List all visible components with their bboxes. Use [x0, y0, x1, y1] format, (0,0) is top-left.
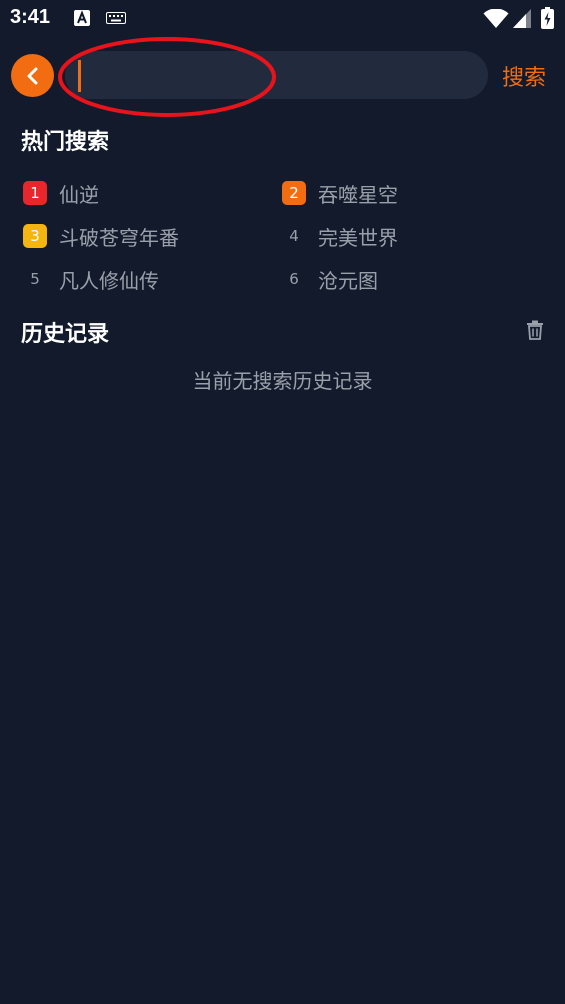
hot-search-label: 仙逆 [59, 182, 99, 207]
hot-search-item[interactable]: 2 吞噬星空 [282, 178, 398, 208]
rank-number: 4 [289, 227, 299, 245]
back-button[interactable] [11, 54, 54, 97]
trash-icon[interactable] [526, 320, 544, 340]
hot-search-label: 凡人修仙传 [59, 268, 159, 293]
rank-badge: 2 [282, 181, 306, 205]
hot-search-title: 热门搜索 [21, 130, 110, 155]
chevron-left-icon [27, 67, 37, 84]
search-button[interactable]: 搜索 [502, 60, 546, 92]
hot-search-label: 完美世界 [318, 225, 398, 250]
keyboard-icon [106, 12, 126, 24]
rank-number: 5 [30, 270, 40, 288]
history-title: 历史记录 [21, 322, 110, 347]
text-cursor [78, 60, 81, 92]
signal-icon [513, 9, 531, 28]
search-input[interactable] [65, 51, 488, 99]
status-bar: 3:41 [0, 0, 565, 38]
status-time: 3:41 [10, 6, 51, 28]
a-badge-icon [74, 10, 90, 26]
rank-number: 6 [289, 270, 299, 288]
hot-search-item[interactable]: 3 斗破苍穹年番 [23, 221, 179, 251]
wifi-icon [483, 9, 509, 28]
rank-badge: 3 [23, 224, 47, 248]
history-empty-text: 当前无搜索历史记录 [192, 369, 373, 393]
rank-badge: 1 [23, 181, 47, 205]
battery-charging-icon [541, 7, 554, 29]
hot-search-label: 斗破苍穹年番 [59, 225, 179, 250]
hot-search-item[interactable]: 5 凡人修仙传 [23, 264, 159, 294]
hot-search-item[interactable]: 6 沧元图 [282, 264, 378, 294]
hot-search-item[interactable]: 4 完美世界 [282, 221, 398, 251]
hot-search-label: 吞噬星空 [318, 182, 398, 207]
search-box[interactable] [65, 51, 488, 99]
hot-search-label: 沧元图 [318, 268, 378, 293]
hot-search-item[interactable]: 1 仙逆 [23, 178, 99, 208]
